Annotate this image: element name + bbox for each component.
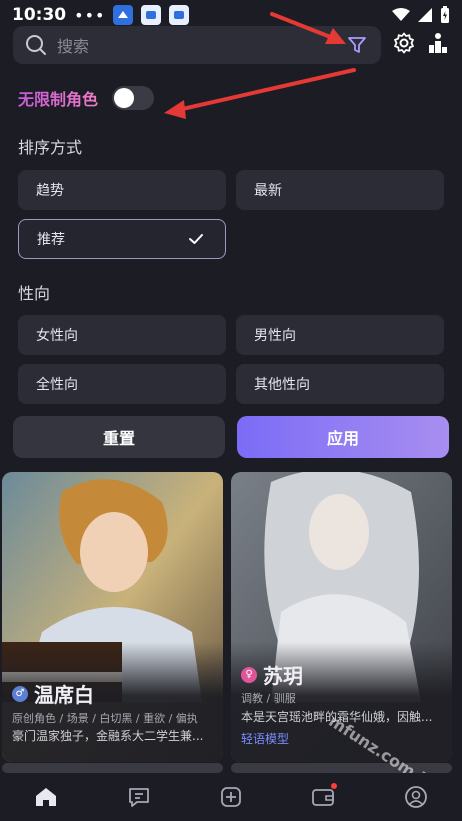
- wallet-icon: [312, 789, 335, 806]
- unlimited-roles-row: 无限制角色: [18, 86, 155, 110]
- character-name: ♀ 苏玥: [241, 660, 303, 689]
- sort-option-recommended[interactable]: 推荐: [18, 219, 226, 259]
- notification-app-icon: [141, 5, 162, 25]
- character-description: 豪门温家独子，金融系大二学生兼...: [12, 729, 204, 743]
- male-icon: ♂: [12, 685, 28, 702]
- female-icon: ♀: [241, 666, 257, 683]
- notification-app-icon: [169, 5, 190, 25]
- search-placeholder: 搜索: [57, 37, 90, 56]
- profile-icon: [404, 786, 427, 808]
- leaderboard-icon[interactable]: [428, 32, 448, 58]
- tab-chat[interactable]: [119, 777, 159, 817]
- orientation-option-male[interactable]: 男性向: [236, 315, 444, 355]
- character-tags: 原创角色 / 场景 / 白切黑 / 重欲 / 偏执: [12, 712, 198, 725]
- sort-section-title: 排序方式: [18, 138, 83, 157]
- character-name-text: 苏玥: [263, 664, 303, 688]
- orientation-section-title: 性向: [18, 284, 51, 303]
- apply-button[interactable]: 应用: [237, 416, 449, 458]
- tab-home[interactable]: [26, 777, 66, 817]
- next-card-peek: [2, 763, 223, 773]
- sort-option-latest[interactable]: 最新: [236, 170, 444, 210]
- search-icon: [26, 35, 46, 55]
- sort-option-label: 推荐: [37, 232, 65, 248]
- notification-badge: [331, 783, 338, 789]
- reset-button[interactable]: 重置: [13, 416, 225, 458]
- sort-option-trending[interactable]: 趋势: [18, 170, 226, 210]
- model-badge: 轻语模型: [241, 732, 290, 746]
- wifi-icon: [392, 8, 410, 21]
- character-card[interactable]: ♂ 温席白 原创角色 / 场景 / 白切黑 / 重欲 / 偏执 豪门温家独子，金…: [2, 472, 223, 762]
- character-name-text: 温席白: [34, 683, 94, 707]
- notification-app-icon: [113, 5, 134, 25]
- search-input[interactable]: 搜索: [13, 26, 381, 64]
- status-overflow-dots: •••: [74, 5, 106, 25]
- unlimited-roles-toggle[interactable]: [112, 86, 155, 110]
- unlimited-roles-label: 无限制角色: [18, 86, 98, 110]
- tab-create[interactable]: [211, 777, 251, 817]
- toggle-knob: [114, 88, 135, 108]
- character-tags: 调教 / 驯服: [241, 692, 296, 705]
- tab-profile[interactable]: [396, 777, 436, 817]
- create-icon: [221, 787, 241, 807]
- check-icon: [189, 234, 203, 244]
- bottom-tab-bar: [0, 773, 462, 821]
- orientation-option-all[interactable]: 全性向: [18, 364, 226, 404]
- battery-icon: [441, 6, 449, 23]
- home-icon: [36, 788, 57, 806]
- tab-wallet[interactable]: [303, 777, 343, 817]
- orientation-option-other[interactable]: 其他性向: [236, 364, 444, 404]
- status-time: 10:30: [12, 5, 67, 25]
- orientation-option-female[interactable]: 女性向: [18, 315, 226, 355]
- chat-icon: [128, 788, 149, 807]
- filter-icon[interactable]: [347, 35, 367, 55]
- signal-icon: [418, 8, 432, 22]
- character-name: ♂ 温席白: [12, 679, 94, 708]
- settings-icon[interactable]: [393, 32, 415, 58]
